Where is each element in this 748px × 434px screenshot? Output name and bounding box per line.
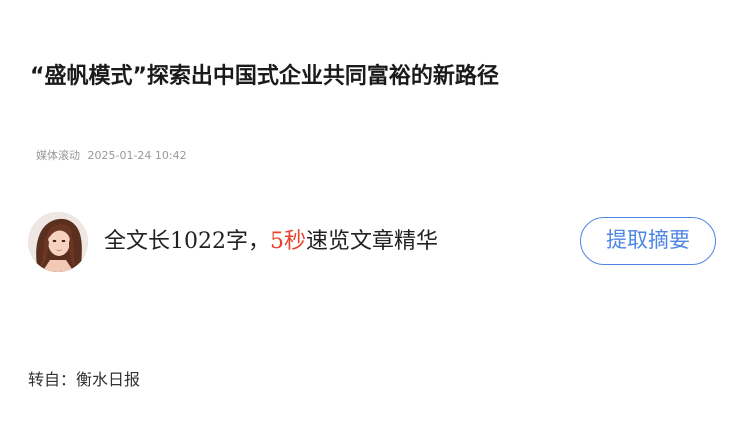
source-tag: 媒体滚动	[36, 149, 80, 162]
read-seconds: 5秒	[270, 229, 307, 254]
summary-prompt: 全文长1022字，5秒速览文章精华	[104, 226, 438, 258]
char-unit: 字，	[226, 229, 271, 254]
summary-prefix: 全文长	[104, 229, 171, 254]
publish-time: 2025-01-24 10:42	[87, 149, 187, 162]
article-meta: 媒体滚动 2025-01-24 10:42	[36, 148, 187, 164]
article-title: “盛帆模式”探索出中国式企业共同富裕的新路径	[30, 64, 499, 89]
source-line: 转自：衡水日报	[28, 368, 140, 392]
extract-summary-button[interactable]: 提取摘要	[580, 217, 716, 265]
source-label: 转自：	[28, 370, 77, 389]
ai-summary-bar: 全文长1022字，5秒速览文章精华 提取摘要	[28, 210, 720, 274]
assistant-avatar	[28, 212, 88, 272]
summary-suffix: 速览文章精华	[306, 229, 439, 254]
source-name: 衡水日报	[76, 370, 141, 389]
char-count: 1022	[170, 229, 227, 254]
